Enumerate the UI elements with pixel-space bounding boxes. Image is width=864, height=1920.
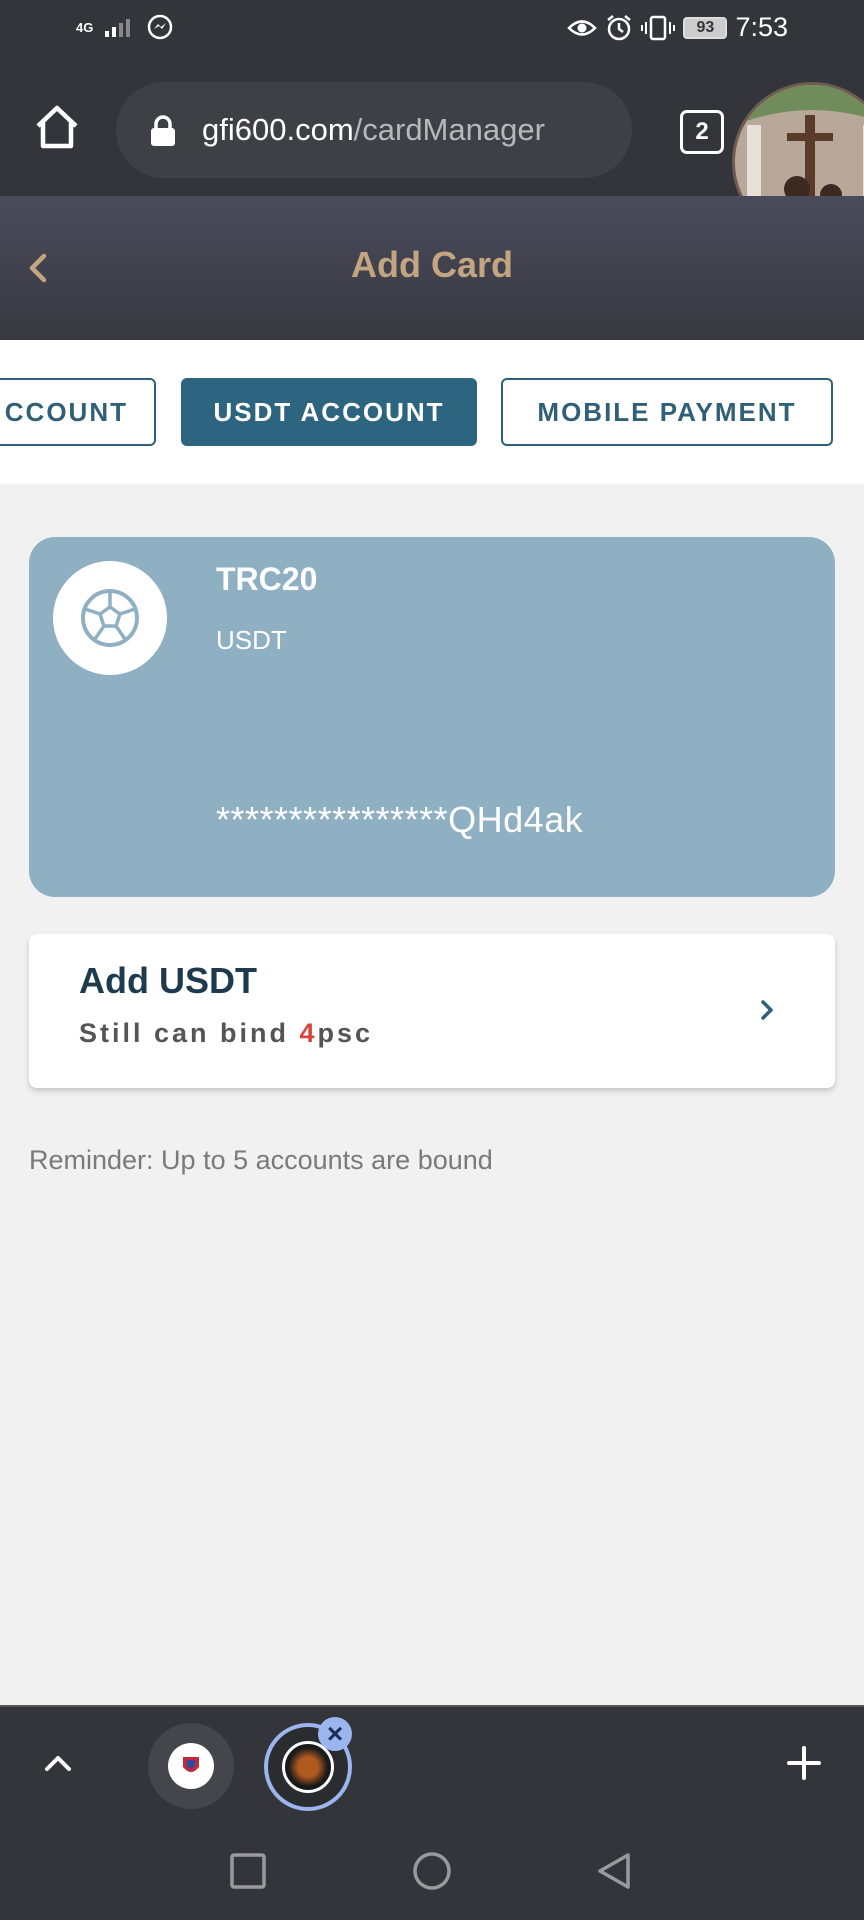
bottom-toolbar: × — [0, 1705, 864, 1825]
reminder-text: Reminder: Up to 5 accounts are bound — [29, 1145, 493, 1175]
add-usdt-button[interactable]: Add USDT Still can bind 4psc — [29, 934, 835, 1088]
url-path: /cardManager — [353, 112, 545, 147]
shield-icon — [183, 1757, 199, 1772]
clock: 7:53 — [735, 12, 788, 42]
status-bar: 4G 93 7:53 — [0, 0, 864, 62]
usdt-card[interactable]: TRC20 USDT ****************QHd4ak — [29, 537, 835, 897]
chevron-right-icon — [761, 1000, 773, 1020]
card-network: TRC20 — [216, 561, 318, 597]
card-currency: USDT — [216, 625, 287, 655]
url-domain: gfi600.com — [202, 112, 354, 147]
tab-bank-account[interactable]: CCOUNT — [0, 378, 156, 446]
home-icon[interactable] — [32, 102, 82, 152]
browser-toolbar: gfi600.com/cardManager 2 — [0, 62, 864, 242]
eye-icon — [567, 19, 598, 36]
bind-count: 4 — [299, 1018, 318, 1048]
card-logo — [53, 561, 167, 675]
lock-icon — [151, 115, 175, 146]
card-address: ****************QHd4ak — [216, 799, 584, 840]
battery-indicator: 93 — [683, 16, 728, 39]
app-header: Add Card — [0, 196, 864, 340]
site-favicon — [168, 1743, 214, 1789]
recents-square-icon[interactable] — [230, 1853, 266, 1889]
bind-remaining-text: Still can bind 4psc — [79, 1018, 373, 1049]
home-circle-icon[interactable] — [412, 1851, 452, 1891]
soccer-ball-icon — [81, 589, 139, 647]
tab-mobile-payment[interactable]: MOBILE PAYMENT — [501, 378, 833, 446]
new-tab-plus-icon[interactable] — [786, 1745, 822, 1781]
chevron-up-icon[interactable] — [40, 1745, 76, 1781]
account-type-tabs: CCOUNT USDT ACCOUNT MOBILE PAYMENT — [0, 340, 864, 484]
tab-bubble-1[interactable] — [148, 1723, 234, 1809]
bind-prefix: Still can bind — [79, 1018, 300, 1048]
page-title: Add Card — [351, 244, 513, 285]
back-triangle-icon[interactable] — [596, 1851, 632, 1891]
tab-usdt-account[interactable]: USDT ACCOUNT — [181, 378, 477, 446]
signal-icon — [105, 19, 131, 37]
messenger-icon — [148, 14, 173, 40]
status-right: 93 7:53 — [567, 12, 788, 43]
vibrate-icon — [641, 15, 676, 40]
bind-suffix: psc — [317, 1018, 374, 1048]
alarm-icon — [607, 14, 632, 40]
add-usdt-title: Add USDT — [79, 960, 257, 1001]
address-bar[interactable]: gfi600.com/cardManager — [116, 82, 632, 178]
close-bubble-icon[interactable]: × — [318, 1717, 352, 1751]
network-label: 4G — [76, 19, 94, 35]
url-text: gfi600.com/cardManager — [202, 112, 545, 148]
status-left: 4G — [76, 14, 173, 40]
tab-switcher-button[interactable]: 2 — [680, 110, 724, 154]
system-navigation-bar — [0, 1823, 864, 1920]
